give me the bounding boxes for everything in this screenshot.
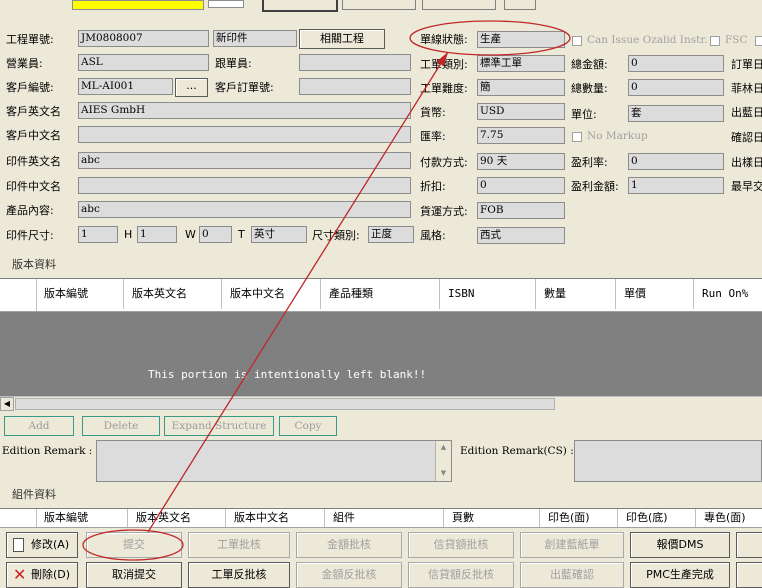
annotation-arrowhead-icon <box>436 52 448 66</box>
annotation-connector-line <box>147 51 449 533</box>
status-annotation-ellipse <box>409 20 571 56</box>
submit-annotation-ellipse <box>82 529 184 561</box>
annotation-overlay <box>82 20 571 561</box>
